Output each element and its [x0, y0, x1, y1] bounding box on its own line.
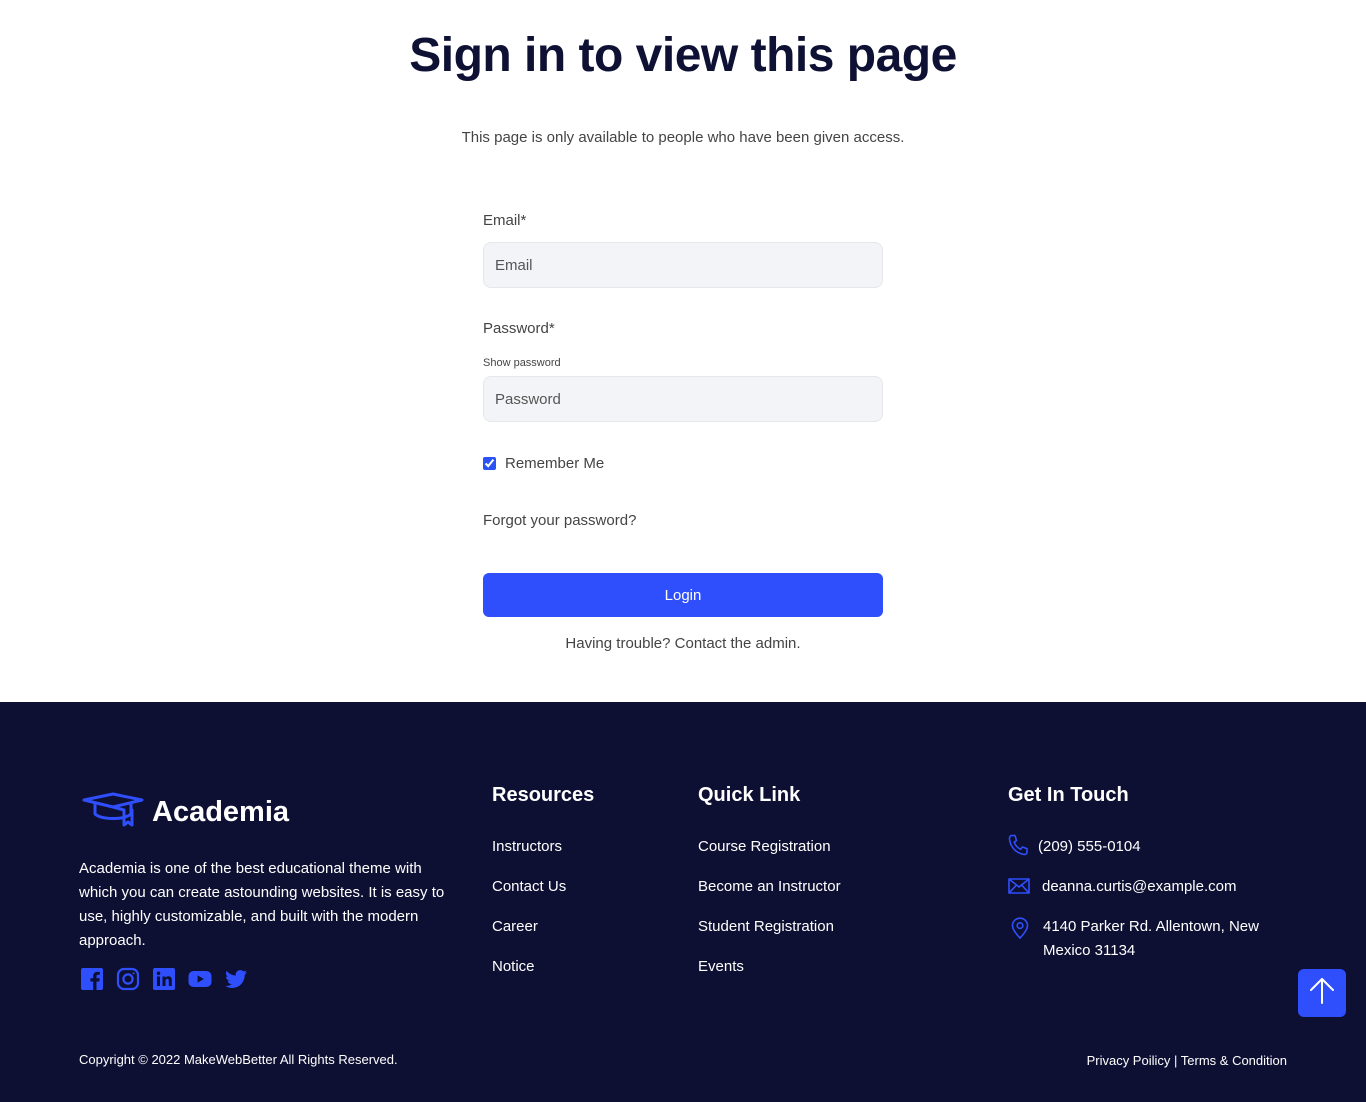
forgot-password-link[interactable]: Forgot your password?: [483, 512, 636, 529]
scroll-to-top-button[interactable]: [1298, 969, 1346, 1017]
remember-me-checkbox[interactable]: [483, 457, 496, 470]
login-button[interactable]: Login: [483, 573, 883, 617]
show-password-toggle[interactable]: Show password: [483, 357, 561, 369]
social-links: [80, 967, 248, 991]
trouble-text: Having trouble? Contact the admin.: [565, 635, 801, 652]
contact-phone[interactable]: (209) 555-0104: [1008, 834, 1141, 864]
contact-address[interactable]: 4140 Parker Rd. Allentown, New Mexico 31…: [1008, 915, 1288, 963]
quick-link-events[interactable]: Events: [698, 957, 841, 997]
quick-link-become-instructor[interactable]: Become an Instructor: [698, 877, 841, 917]
facebook-icon[interactable]: [80, 967, 104, 991]
resources-link-notice[interactable]: Notice: [492, 957, 566, 997]
quick-link-student-registration[interactable]: Student Registration: [698, 917, 841, 957]
page-subtitle: This page is only available to people wh…: [461, 129, 905, 146]
instagram-icon[interactable]: [116, 967, 140, 991]
legal-links: Privacy Poilicy | Terms & Condition: [1087, 1053, 1287, 1068]
contact-phone-text: (209) 555-0104: [1038, 838, 1141, 855]
quick-link-course-registration[interactable]: Course Registration: [698, 837, 841, 877]
get-in-touch-title: Get In Touch: [1008, 784, 1129, 806]
brand-name: Academia: [152, 796, 290, 828]
password-label: Password*: [483, 320, 555, 337]
footer: Academia Academia is one of the best edu…: [0, 702, 1366, 1102]
resources-link-career[interactable]: Career: [492, 917, 566, 957]
remember-me-label: Remember Me: [505, 455, 605, 472]
phone-icon: [1008, 834, 1028, 864]
resources-list: Instructors Contact Us Career Notice: [492, 837, 566, 997]
twitter-icon[interactable]: [224, 967, 248, 991]
page-title: Sign in to view this page: [409, 29, 957, 82]
contact-email-text: deanna.curtis@example.com: [1042, 878, 1237, 895]
privacy-policy-link[interactable]: Privacy Poilicy: [1087, 1053, 1171, 1068]
about-text: Academia is one of the best educational …: [79, 860, 445, 949]
email-label: Email*: [483, 212, 527, 229]
envelope-icon: [1008, 878, 1030, 902]
location-pin-icon: [1011, 917, 1029, 947]
email-input[interactable]: [483, 242, 883, 288]
contact-address-text: 4140 Parker Rd. Allentown, New Mexico 31…: [1043, 918, 1259, 959]
contact-email[interactable]: deanna.curtis@example.com: [1008, 875, 1237, 902]
resources-title: Resources: [492, 784, 595, 806]
youtube-icon[interactable]: [188, 967, 212, 991]
quick-link-list: Course Registration Become an Instructor…: [698, 837, 841, 997]
login-section: Sign in to view this page This page is o…: [0, 0, 1366, 702]
terms-link[interactable]: Terms & Condition: [1181, 1053, 1287, 1068]
copyright-text: Copyright © 2022 MakeWebBetter All Right…: [79, 1052, 398, 1067]
arrow-up-icon: [1309, 977, 1335, 1010]
resources-link-contact-us[interactable]: Contact Us: [492, 877, 566, 917]
remember-me[interactable]: Remember Me: [483, 455, 604, 472]
legal-separator: |: [1174, 1053, 1178, 1068]
password-input[interactable]: [483, 376, 883, 422]
graduation-cap-icon: [82, 792, 144, 833]
footer-logo[interactable]: Academia: [82, 792, 289, 833]
resources-link-instructors[interactable]: Instructors: [492, 837, 566, 877]
quick-link-title: Quick Link: [698, 784, 801, 806]
linkedin-icon[interactable]: [152, 967, 176, 991]
